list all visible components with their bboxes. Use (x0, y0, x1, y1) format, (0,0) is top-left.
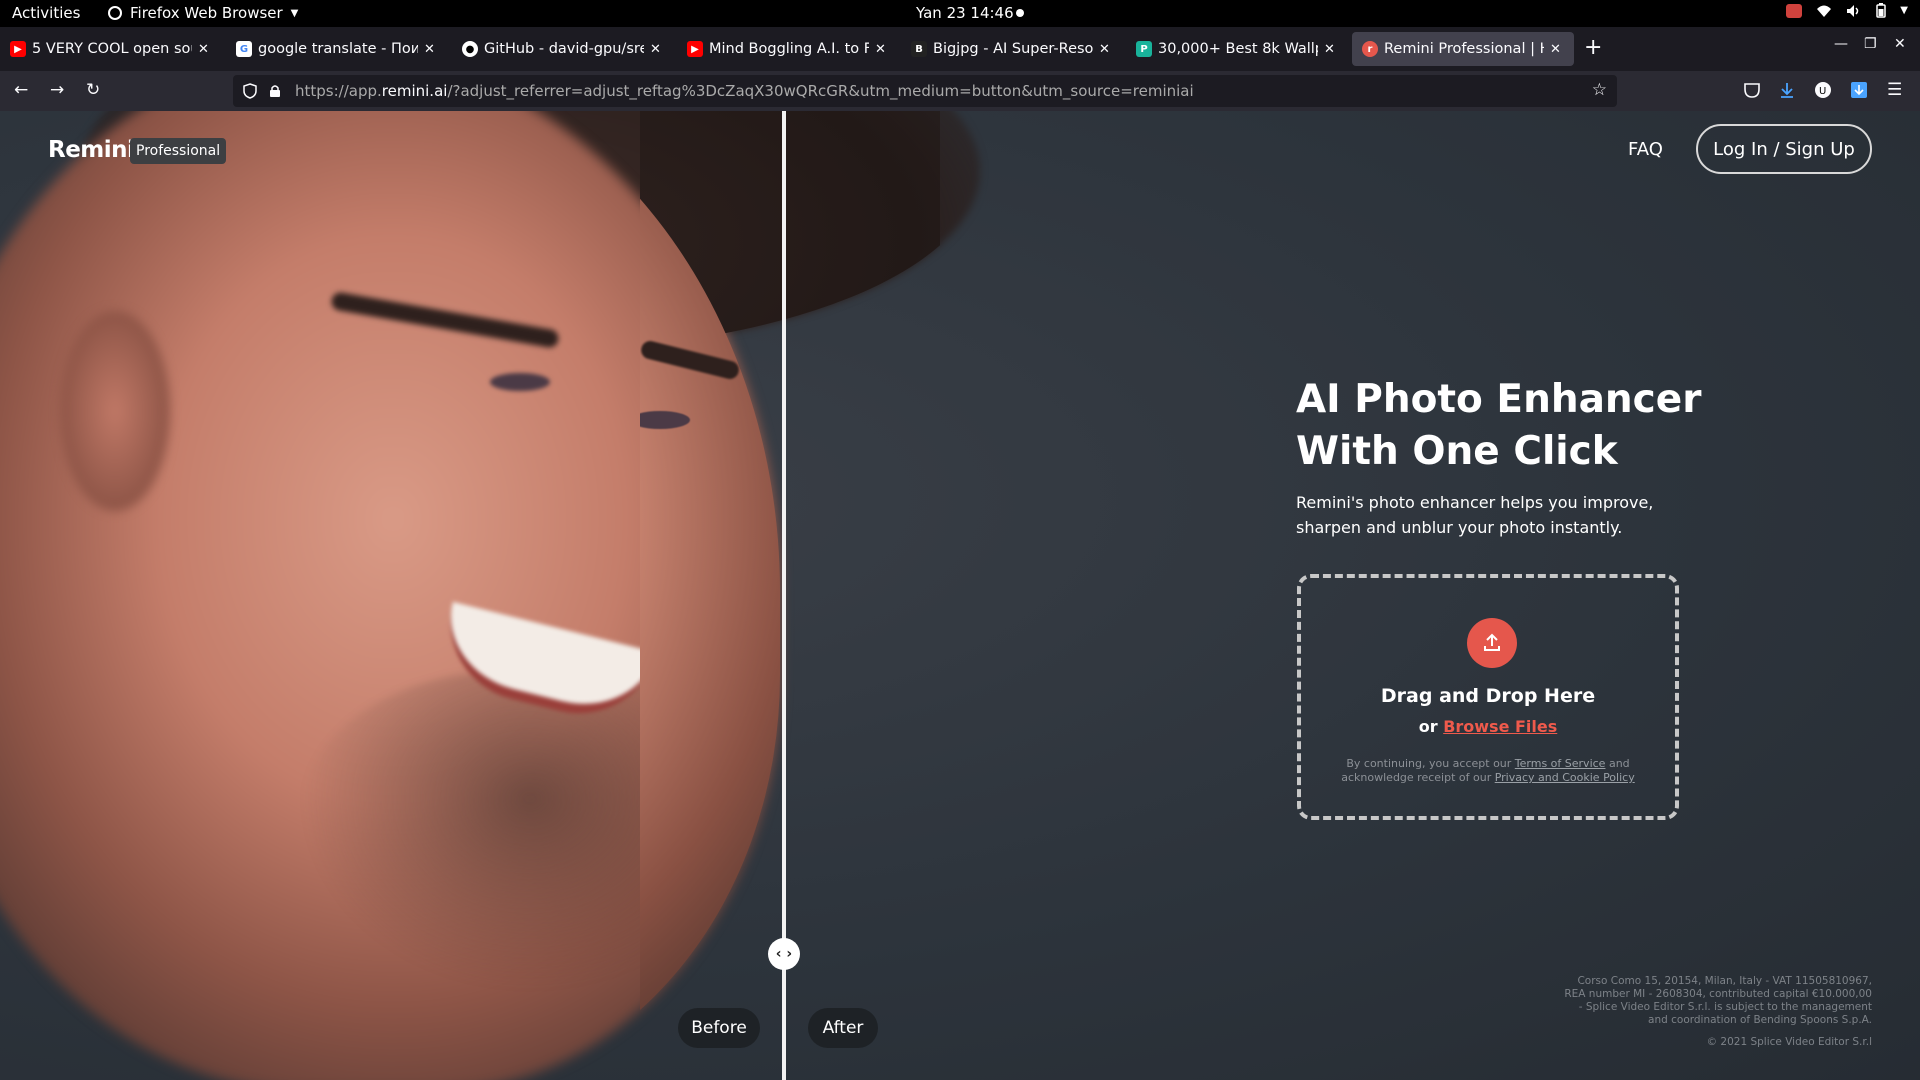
close-icon[interactable]: ✕ (650, 42, 661, 57)
new-tab-button[interactable]: + (1584, 35, 1602, 60)
chevron-down-icon: ▼ (290, 7, 299, 19)
tab-google-translate[interactable]: G google translate - Поиск ✕ (226, 32, 448, 66)
close-icon[interactable]: ✕ (875, 42, 886, 57)
download-icon[interactable] (1778, 81, 1796, 99)
battery-icon (1876, 3, 1887, 18)
dropzone-legal: By continuing, you accept our Terms of S… (1321, 757, 1655, 785)
faq-link[interactable]: FAQ (1628, 139, 1663, 160)
url-prefix: https://app. (295, 82, 382, 100)
compare-slider-handle[interactable]: ‹ › (768, 938, 800, 970)
after-photo (640, 111, 940, 1080)
clock[interactable]: Yan 23 14:46 (916, 4, 1014, 22)
notification-dot-icon (1016, 9, 1024, 17)
google-icon: G (236, 41, 252, 57)
svg-text:U: U (1819, 86, 1826, 97)
indicator-icon[interactable] (1786, 3, 1803, 18)
close-window-button[interactable]: ✕ (1894, 36, 1906, 52)
tab-youtube-2[interactable]: ▶ Mind Boggling A.I. to Fix ✕ (677, 32, 899, 66)
hero-title-line-1: AI Photo Enhancer (1296, 377, 1702, 422)
firefox-icon (108, 6, 122, 20)
close-icon[interactable]: ✕ (1550, 42, 1561, 57)
extension-icon[interactable] (1850, 81, 1868, 99)
tab-label: GitHub - david-gpu/srez: I (484, 41, 644, 57)
minimize-button[interactable]: — (1834, 36, 1848, 52)
browse-files-link[interactable]: Browse Files (1443, 717, 1557, 736)
after-label[interactable]: After (808, 1008, 878, 1048)
login-signup-button[interactable]: Log In / Sign Up (1696, 124, 1872, 174)
tab-youtube-1[interactable]: ▶ 5 VERY COOL open sourc ✕ (0, 32, 220, 66)
photo-ear (60, 311, 170, 511)
github-icon: ● (462, 41, 478, 57)
shield-icon[interactable] (243, 83, 257, 99)
app-name: Firefox Web Browser (130, 4, 283, 22)
page-content: ‹ › Before After Remini Professional FAQ… (0, 111, 1920, 1080)
upload-icon[interactable] (1467, 618, 1517, 668)
tab-remini[interactable]: r Remini Professional | Hor ✕ (1352, 32, 1574, 66)
tab-label: 5 VERY COOL open sourc (32, 41, 192, 57)
navigation-bar: ← → ↻ https://app.remini.ai/?adjust_refe… (0, 71, 1920, 111)
dropzone-or: or Browse Files (1301, 717, 1675, 736)
tab-strip: ▶ 5 VERY COOL open sourc ✕ G google tran… (0, 27, 1920, 71)
close-icon[interactable]: ✕ (1324, 42, 1335, 57)
tab-label: Mind Boggling A.I. to Fix (709, 41, 869, 57)
youtube-icon: ▶ (10, 41, 26, 57)
company-info: Corso Como 15, 20154, Milan, Italy - VAT… (1564, 975, 1872, 1026)
remini-icon: r (1362, 41, 1378, 57)
bookmark-star-icon[interactable]: ☆ (1592, 80, 1607, 100)
url-path: /?adjust_referrer=adjust_reftag%3DcZaqX3… (447, 82, 1194, 100)
tab-github[interactable]: ● GitHub - david-gpu/srez: I ✕ (452, 32, 674, 66)
hero-title-line-2: With One Click (1296, 429, 1618, 474)
url-text[interactable]: https://app.remini.ai/?adjust_referrer=a… (295, 82, 1194, 100)
tab-label: Bigjpg - AI Super-Resolut (933, 41, 1093, 57)
menu-icon[interactable]: ☰ (1887, 80, 1902, 100)
ublock-icon[interactable]: U (1814, 81, 1832, 99)
chevron-down-icon: ▼ (1900, 5, 1908, 16)
app-menu[interactable]: Firefox Web Browser ▼ (108, 4, 298, 22)
or-text: or (1418, 717, 1438, 736)
forward-button[interactable]: → (50, 80, 64, 100)
activities-button[interactable]: Activities (12, 4, 80, 22)
url-domain: remini.ai (381, 82, 448, 100)
volume-icon (1847, 4, 1859, 17)
back-button[interactable]: ← (14, 80, 28, 100)
reload-button[interactable]: ↻ (86, 80, 100, 100)
tab-label: Remini Professional | Hor (1384, 41, 1544, 57)
upload-dropzone[interactable]: Drag and Drop Here or Browse Files By co… (1297, 574, 1679, 820)
bigjpg-icon: B (911, 41, 927, 57)
privacy-link[interactable]: Privacy and Cookie Policy (1495, 771, 1635, 784)
youtube-icon: ▶ (687, 41, 703, 57)
tab-label: google translate - Поиск (258, 41, 418, 57)
dropzone-title: Drag and Drop Here (1380, 685, 1596, 707)
close-icon[interactable]: ✕ (1099, 42, 1110, 57)
professional-badge: Professional (130, 138, 227, 164)
tab-wallpapers[interactable]: P 30,000+ Best 8k Wallpap ✕ (1126, 32, 1348, 66)
legal-prefix: By continuing, you accept our (1346, 757, 1512, 770)
system-tray[interactable]: ▼ (1786, 3, 1908, 18)
copyright: © 2021 Splice Video Editor S.r.l (1706, 1036, 1872, 1048)
close-icon[interactable]: ✕ (424, 42, 435, 57)
lock-icon[interactable] (269, 84, 281, 98)
hero-title: AI Photo Enhancer With One Click (1296, 374, 1716, 478)
photo-eye (490, 373, 550, 391)
remini-logo[interactable]: Remini (48, 137, 135, 163)
pocket-icon[interactable] (1743, 81, 1761, 99)
tab-label: 30,000+ Best 8k Wallpap (1158, 41, 1318, 57)
terms-link[interactable]: Terms of Service (1515, 757, 1606, 770)
tab-bigjpg[interactable]: B Bigjpg - AI Super-Resolut ✕ (901, 32, 1123, 66)
restore-button[interactable]: ❐ (1864, 36, 1877, 52)
system-top-bar: Activities Firefox Web Browser ▼ Yan 23 … (0, 0, 1920, 27)
wifi-icon (1817, 5, 1832, 17)
url-bar[interactable]: https://app.remini.ai/?adjust_referrer=a… (233, 75, 1617, 107)
pixabay-icon: P (1136, 41, 1152, 57)
compare-divider[interactable] (782, 111, 786, 1080)
before-label[interactable]: Before (678, 1008, 760, 1048)
close-icon[interactable]: ✕ (198, 42, 209, 57)
hero-subtitle: Remini's photo enhancer helps you improv… (1296, 493, 1654, 537)
